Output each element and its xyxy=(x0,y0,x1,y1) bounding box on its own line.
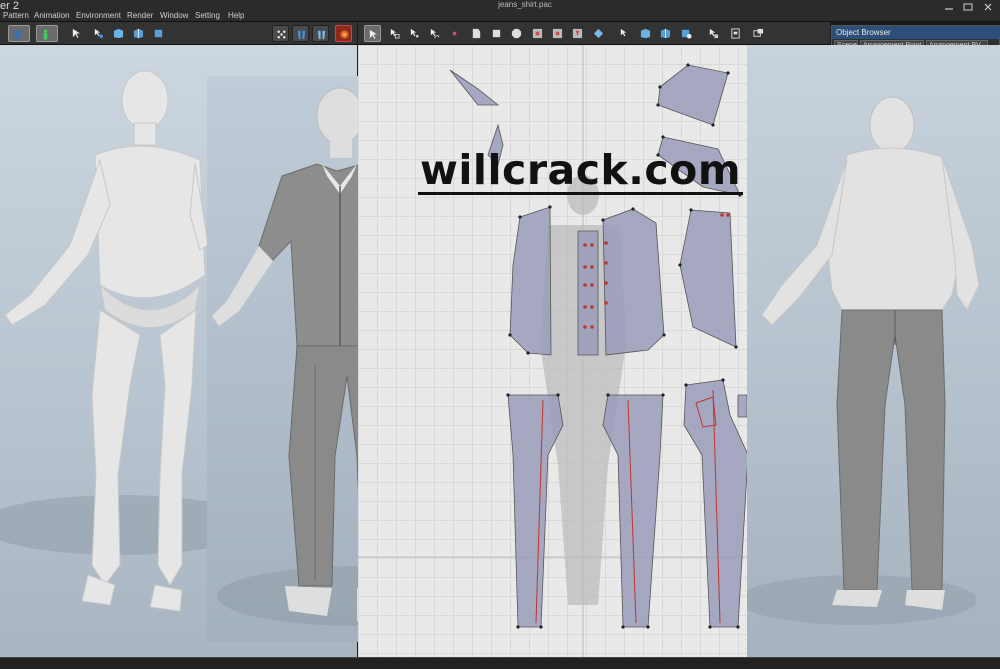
menu-bar: er 2 jeans_shirt.pac Pattern Animation E… xyxy=(0,0,1000,22)
menu-animation[interactable]: Animation xyxy=(34,11,70,20)
edit-point-icon[interactable] xyxy=(406,25,423,42)
free-sewing-icon[interactable] xyxy=(637,25,654,42)
circle-icon[interactable] xyxy=(508,25,525,42)
shirt-icon[interactable] xyxy=(8,25,30,42)
view-icon[interactable] xyxy=(678,25,695,42)
avatar-back-icon[interactable] xyxy=(292,25,309,42)
status-bar xyxy=(0,657,1000,669)
dart-icon[interactable] xyxy=(569,25,586,42)
transform-icon[interactable] xyxy=(386,25,403,42)
window-title: jeans_shirt.pac xyxy=(498,0,552,9)
arrange-icon[interactable] xyxy=(150,25,167,42)
simulation-icon[interactable] xyxy=(335,25,352,42)
fold-icon[interactable] xyxy=(590,25,607,42)
internal-rect-icon[interactable] xyxy=(529,25,546,42)
avatar-side-icon[interactable] xyxy=(312,25,329,42)
check-sewing-icon[interactable] xyxy=(657,25,674,42)
object-browser-title: Object Browser xyxy=(832,26,1000,39)
pin-icon[interactable] xyxy=(705,25,722,42)
texture-icon[interactable] xyxy=(727,25,744,42)
app-window: er 2 jeans_shirt.pac Pattern Animation E… xyxy=(0,0,1000,669)
select-icon[interactable] xyxy=(68,25,85,42)
add-point-icon[interactable] xyxy=(446,25,463,42)
menu-window[interactable]: Window xyxy=(160,11,188,20)
toolbar-3d xyxy=(0,22,357,45)
menu-environment[interactable]: Environment xyxy=(76,11,121,20)
viewport-3d-back[interactable] xyxy=(747,45,1000,657)
toolbar-2d xyxy=(358,22,830,45)
select-icon[interactable] xyxy=(364,25,381,42)
segment-sewing-icon[interactable] xyxy=(616,25,633,42)
fold-icon[interactable] xyxy=(130,25,147,42)
maximize-icon[interactable] xyxy=(962,3,974,11)
menu-render[interactable]: Render xyxy=(127,11,153,20)
menu-help[interactable]: Help xyxy=(228,11,244,20)
menu-setting[interactable]: Setting xyxy=(195,11,220,20)
internal-circle-icon[interactable] xyxy=(549,25,566,42)
pattern-view-2d[interactable] xyxy=(358,45,747,657)
rectangle-icon[interactable] xyxy=(488,25,505,42)
watermark-text: willcrack.com xyxy=(418,146,744,195)
view-icon[interactable] xyxy=(750,25,767,42)
menu-pattern[interactable]: Pattern xyxy=(3,11,29,20)
minimize-icon[interactable] xyxy=(943,3,955,11)
edit-curve-icon[interactable] xyxy=(426,25,443,42)
move-vertex-icon[interactable] xyxy=(90,25,107,42)
fold-icon[interactable] xyxy=(110,25,127,42)
avatar-front-icon[interactable] xyxy=(272,25,289,42)
avatar-icon[interactable] xyxy=(36,25,58,42)
close-icon[interactable] xyxy=(982,3,994,11)
polygon-icon[interactable] xyxy=(468,25,485,42)
